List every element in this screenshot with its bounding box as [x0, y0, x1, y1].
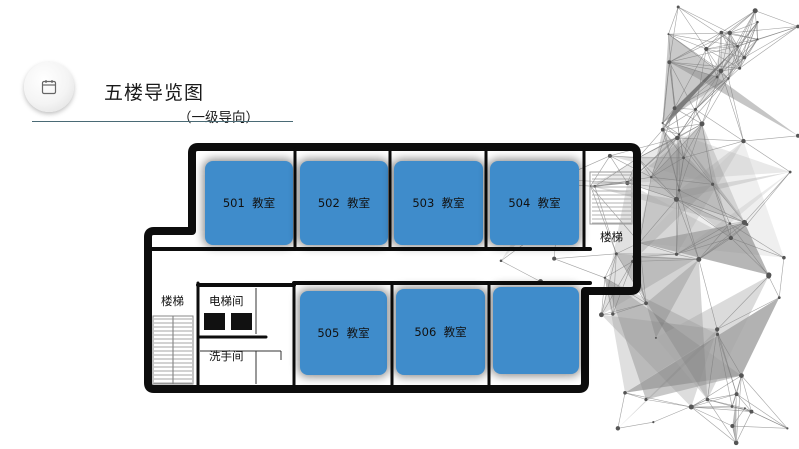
- room-506[interactable]: 506 教室: [396, 289, 485, 375]
- room-504[interactable]: 504 教室: [490, 161, 579, 245]
- restroom-label: 洗手间: [209, 349, 244, 363]
- elevator-car-1: [204, 313, 225, 330]
- room-505[interactable]: 505 教室: [300, 291, 387, 375]
- room-503[interactable]: 503 教室: [394, 161, 483, 245]
- room-501[interactable]: 501 教室: [205, 161, 293, 245]
- stairs-left-icon: [152, 315, 194, 385]
- elevator-label: 电梯间: [209, 294, 244, 308]
- room-502[interactable]: 502 教室: [300, 161, 388, 245]
- stairs-right-icon: [589, 171, 633, 225]
- elevator-car-2: [231, 313, 252, 330]
- stairs-right-label: 楼梯: [600, 230, 623, 244]
- stairs-left-label: 楼梯: [161, 294, 184, 308]
- corridor-wall-bottom: [196, 281, 592, 287]
- room-unnamed[interactable]: [493, 287, 579, 374]
